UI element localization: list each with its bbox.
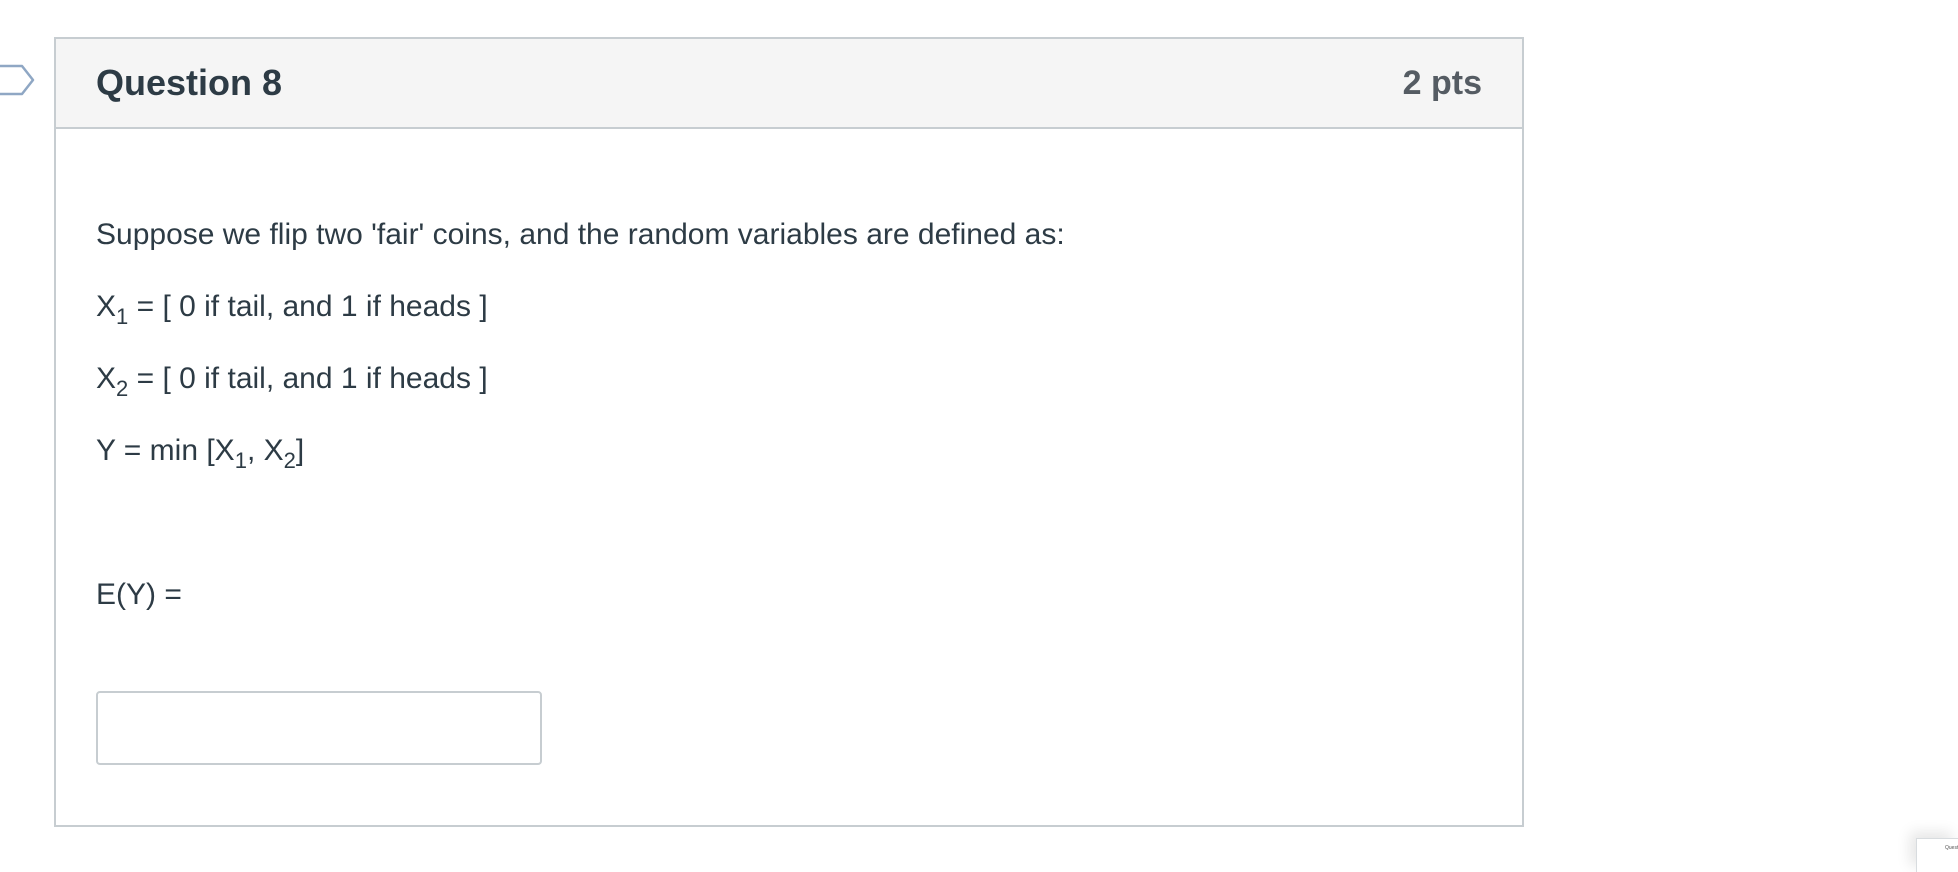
question-body: Suppose we flip two 'fair' coins, and th… <box>56 129 1522 765</box>
question-title: Question 8 <box>96 62 283 103</box>
y-prefix: Y = min [X <box>96 434 235 467</box>
x1-subscript: 1 <box>116 304 129 329</box>
question-card: Question 8 2 pts Suppose we flip two 'fa… <box>54 37 1524 827</box>
x1-definition: X1 = [ 0 if tail, and 1 if heads ] <box>96 287 1482 359</box>
y-definition: Y = min [X1, X2] <box>96 431 1482 503</box>
x2-var: X <box>96 362 117 395</box>
y-suffix: ] <box>295 434 305 467</box>
quiz-page: Question 8 2 pts Suppose we flip two 'fa… <box>0 0 1958 872</box>
thumbnail-label: Quest <box>1945 845 1958 851</box>
question-header: Question 8 2 pts <box>56 39 1522 129</box>
y-sub1: 1 <box>234 448 247 473</box>
y-middle: , X <box>246 434 284 467</box>
expected-value-label: E(Y) = <box>96 578 182 611</box>
x1-def-text: = [ 0 if tail, and 1 if heads ] <box>128 290 488 323</box>
question-navigator-thumbnail[interactable]: Quest <box>1916 838 1958 872</box>
x2-subscript: 2 <box>116 376 129 401</box>
y-sub2: 2 <box>283 448 296 473</box>
x2-definition: X2 = [ 0 if tail, and 1 if heads ] <box>96 359 1482 431</box>
x1-var: X <box>96 290 117 323</box>
question-points: 2 pts <box>1402 63 1482 102</box>
answer-input[interactable] <box>96 691 542 765</box>
question-prompt: Suppose we flip two 'fair' coins, and th… <box>96 218 1065 251</box>
x2-def-text: = [ 0 if tail, and 1 if heads ] <box>128 362 488 395</box>
flag-question-icon[interactable] <box>0 64 36 96</box>
